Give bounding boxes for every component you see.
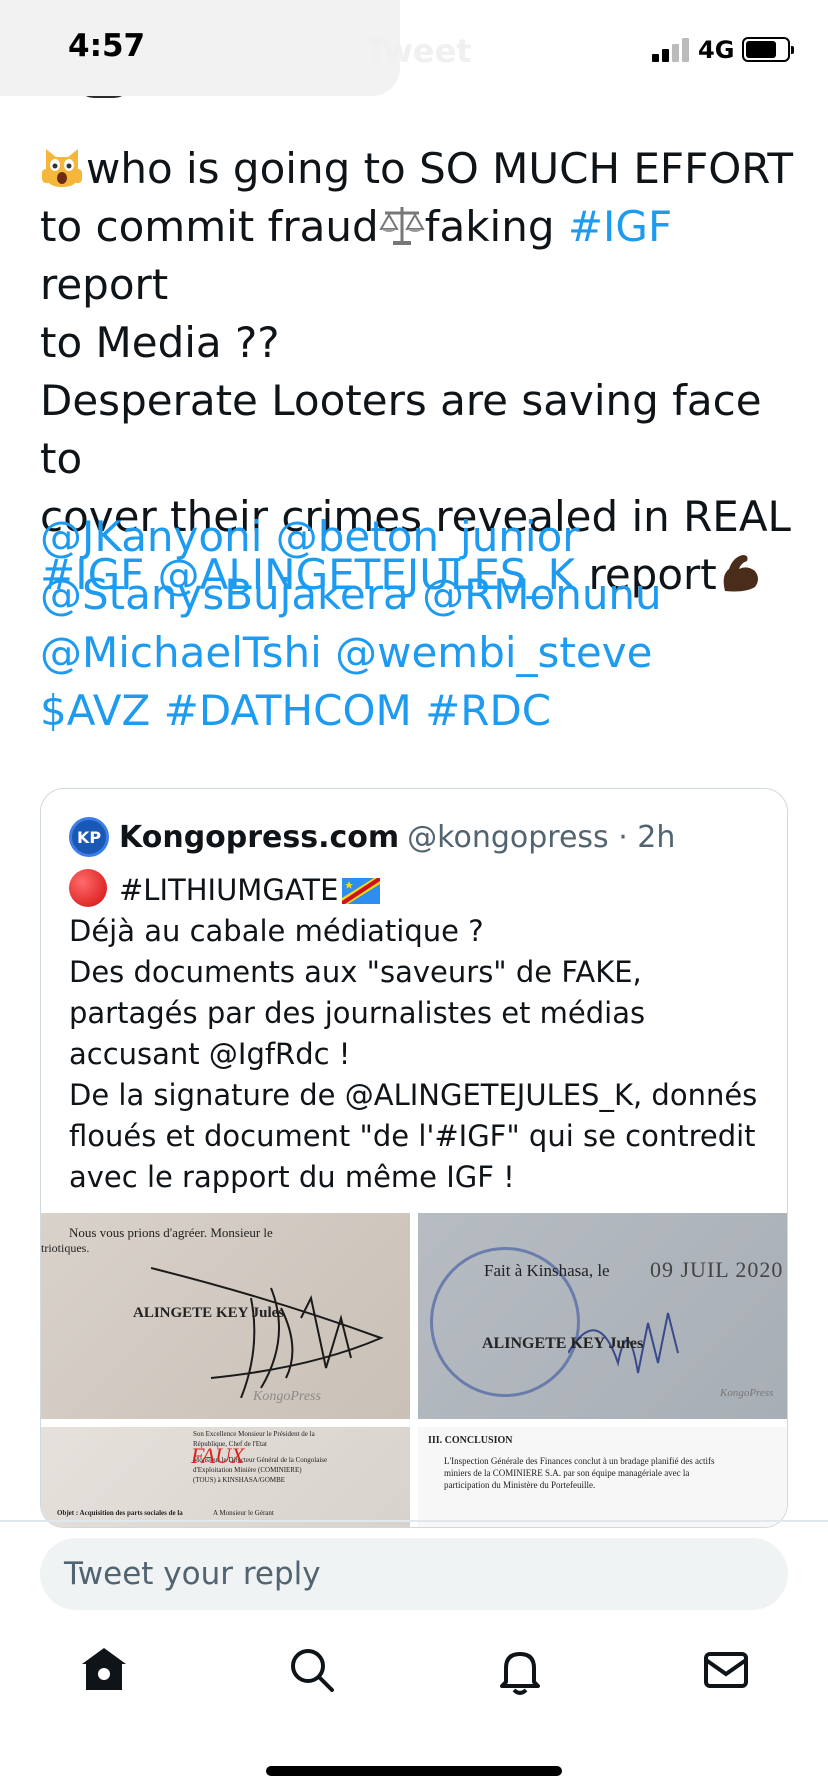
red-circle-icon (69, 869, 107, 907)
messages-icon[interactable] (696, 1640, 756, 1700)
quoted-tweet[interactable]: KP Kongopress.com @kongopress · 2h #LITH… (40, 788, 788, 1528)
media-image-conclusion[interactable]: III. CONCLUSION L'Inspection Générale de… (418, 1427, 787, 1527)
home-icon[interactable] (74, 1640, 134, 1700)
signal-icon (652, 38, 692, 62)
bottom-tab-bar (0, 1640, 828, 1712)
scream-cat-emoji-icon (40, 145, 84, 189)
media-grid: Nous vous prions d'agréer. Monsieur le t… (41, 1213, 787, 1527)
media-image-signature[interactable]: Nous vous prions d'agréer. Monsieur le t… (41, 1213, 410, 1419)
mention-line[interactable]: @MichaelTshi @wembi_steve (40, 624, 800, 682)
quoted-avatar[interactable]: KP (69, 817, 109, 857)
mention-line[interactable]: @StanysBujakera @RMonunu (40, 566, 800, 624)
mention-line[interactable]: $AVZ #DATHCOM #RDC (40, 682, 800, 740)
status-time: 4:57 (68, 28, 146, 64)
faux-stamp: FAUX (191, 1443, 245, 1468)
battery-icon (742, 37, 794, 62)
drc-flag-icon (342, 874, 381, 904)
mention-line[interactable]: @JKanyoni @beton_junior (40, 508, 800, 566)
signature-scribble (151, 1267, 384, 1398)
scales-emoji-icon (378, 203, 425, 247)
network-label: 4G (698, 36, 735, 64)
reply-divider (0, 1520, 828, 1522)
quoted-tweet-header: KP Kongopress.com @kongopress · 2h (69, 817, 675, 857)
status-bar: 4:57 Tweet 4G (0, 0, 828, 96)
tweet-mentions: @JKanyoni @beton_junior @StanysBujakera … (40, 508, 800, 740)
media-image-faux-letter[interactable]: Son Excellence Monsieur le Président de … (41, 1427, 410, 1527)
quoted-author-name[interactable]: Kongopress.com (119, 820, 399, 855)
hashtag-igf-link[interactable]: #IGF (568, 202, 672, 251)
quoted-tweet-text: #LITHIUMGATE Déjà au cabale médiatique ?… (69, 869, 769, 1198)
back-button-area[interactable] (0, 0, 400, 96)
quoted-author-handle: @kongopress · 2h (407, 819, 676, 855)
media-image-stamp[interactable]: Fait à Kinshasa, le 09 JUIL 2020 ALINGET… (418, 1213, 787, 1419)
reply-input[interactable]: Tweet your reply (40, 1538, 788, 1610)
home-indicator[interactable] (266, 1766, 562, 1776)
page-title: Tweet (365, 32, 472, 70)
search-icon[interactable] (282, 1640, 342, 1700)
notifications-icon[interactable] (490, 1640, 550, 1700)
